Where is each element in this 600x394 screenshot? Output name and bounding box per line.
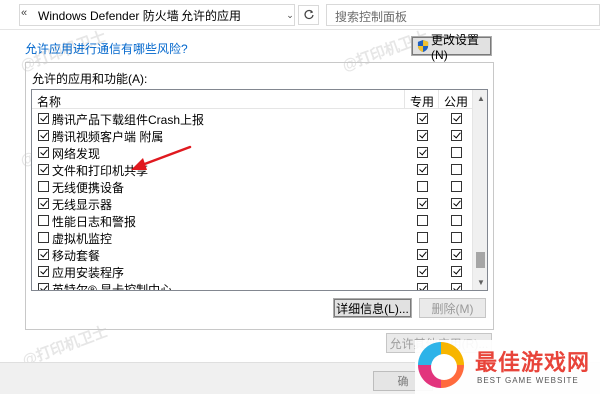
risk-info-link[interactable]: 允许应用进行通信有哪些风险? xyxy=(25,40,188,57)
list-item[interactable]: 移动套餐 xyxy=(32,246,472,263)
search-placeholder: 搜索控制面板 xyxy=(335,10,408,24)
list-item[interactable]: 无线便携设备 xyxy=(32,178,472,195)
refresh-button[interactable] xyxy=(298,5,319,25)
chevron-down-icon: ⌄ xyxy=(286,9,294,20)
list-header: 名称 专用 公用 xyxy=(32,90,473,110)
chevron-up-icon: ▲ xyxy=(477,93,485,103)
private-checkbox[interactable] xyxy=(417,147,428,158)
logo-subtitle: BEST GAME WEBSITE xyxy=(477,376,579,385)
enable-checkbox[interactable] xyxy=(38,147,49,158)
private-checkbox[interactable] xyxy=(417,215,428,226)
list-item[interactable]: 无线显示器 xyxy=(32,195,472,212)
chevron-down-icon: ▼ xyxy=(477,277,485,287)
public-checkbox[interactable] xyxy=(451,232,462,243)
app-name: 无线显示器 xyxy=(52,198,113,212)
list-scrollbar[interactable]: ▲ ▼ xyxy=(472,90,487,290)
uac-shield-icon xyxy=(417,39,429,53)
list-item[interactable]: 英特尔® 显卡控制中心 xyxy=(32,280,472,291)
public-checkbox[interactable] xyxy=(451,181,462,192)
breadcrumb-overflow-icon[interactable]: « xyxy=(21,7,33,21)
app-name: 应用安装程序 xyxy=(52,266,125,280)
column-header-name[interactable]: 名称 xyxy=(37,93,61,110)
list-item[interactable]: 腾讯视频客户端 附属 xyxy=(32,127,472,144)
public-checkbox[interactable] xyxy=(451,147,462,158)
app-name: 移动套餐 xyxy=(52,249,101,263)
allowed-apps-list[interactable]: 名称 专用 公用 腾讯产品下载组件Crash上报 腾讯视频客户端 附属 网络发现… xyxy=(31,89,488,291)
private-checkbox[interactable] xyxy=(417,130,428,141)
app-name: 性能日志和警报 xyxy=(52,215,137,229)
public-checkbox[interactable] xyxy=(451,130,462,141)
column-divider[interactable] xyxy=(438,90,439,109)
enable-checkbox[interactable] xyxy=(38,249,49,260)
enable-checkbox[interactable] xyxy=(38,266,49,277)
column-header-public[interactable]: 公用 xyxy=(444,93,468,110)
private-checkbox[interactable] xyxy=(417,198,428,209)
public-checkbox[interactable] xyxy=(451,266,462,277)
list-item[interactable]: 应用安装程序 xyxy=(32,263,472,280)
enable-checkbox[interactable] xyxy=(38,113,49,124)
private-checkbox[interactable] xyxy=(417,283,428,290)
private-checkbox[interactable] xyxy=(417,249,428,260)
public-checkbox[interactable] xyxy=(451,283,462,290)
list-item[interactable]: 网络发现 xyxy=(32,144,472,161)
list-item[interactable]: 性能日志和警报 xyxy=(32,212,472,229)
change-settings-label: 更改设置(N) xyxy=(431,32,480,62)
public-checkbox[interactable] xyxy=(451,164,462,175)
scroll-thumb[interactable] xyxy=(476,252,485,268)
breadcrumb-item-allowed-apps[interactable]: 允许的应用 xyxy=(181,7,241,24)
scroll-down-button[interactable]: ▼ xyxy=(473,274,487,290)
enable-checkbox[interactable] xyxy=(38,232,49,243)
enable-checkbox[interactable] xyxy=(38,130,49,141)
enable-checkbox[interactable] xyxy=(38,181,49,192)
private-checkbox[interactable] xyxy=(417,266,428,277)
address-bar: « Windows Defender 防火墙 › 允许的应用 ⌄ 搜索控制面板 xyxy=(0,0,600,30)
public-checkbox[interactable] xyxy=(451,113,462,124)
app-name: 腾讯视频客户端 附属 xyxy=(52,130,164,144)
delete-button[interactable]: 删除(M) xyxy=(419,298,486,318)
public-checkbox[interactable] xyxy=(451,249,462,260)
private-checkbox[interactable] xyxy=(417,164,428,175)
list-item[interactable]: 虚拟机监控 xyxy=(32,229,472,246)
site-logo: 最佳游戏网 BEST GAME WEBSITE xyxy=(415,340,600,394)
column-divider[interactable] xyxy=(404,90,405,109)
logo-mark-icon xyxy=(418,342,464,388)
address-dropdown-button[interactable]: ⌄ xyxy=(283,5,297,25)
allowed-apps-label: 允许的应用和功能(A): xyxy=(32,72,148,86)
enable-checkbox[interactable] xyxy=(38,215,49,226)
refresh-icon xyxy=(304,9,314,20)
private-checkbox[interactable] xyxy=(417,113,428,124)
app-name: 无线便携设备 xyxy=(52,181,125,195)
details-button[interactable]: 详细信息(L)... xyxy=(333,298,412,318)
app-name: 英特尔® 显卡控制中心 xyxy=(52,283,173,291)
public-checkbox[interactable] xyxy=(451,215,462,226)
private-checkbox[interactable] xyxy=(417,232,428,243)
logo-title: 最佳游戏网 xyxy=(475,350,591,375)
app-name: 文件和打印机共享 xyxy=(52,164,149,178)
app-name: 网络发现 xyxy=(52,147,101,161)
app-name: 虚拟机监控 xyxy=(52,232,113,246)
public-checkbox[interactable] xyxy=(451,198,462,209)
column-header-private[interactable]: 专用 xyxy=(410,93,434,110)
search-input[interactable]: 搜索控制面板 xyxy=(326,4,600,26)
private-checkbox[interactable] xyxy=(417,181,428,192)
app-name: 腾讯产品下载组件Crash上报 xyxy=(52,113,205,127)
list-item[interactable]: 腾讯产品下载组件Crash上报 xyxy=(32,110,472,127)
enable-checkbox[interactable] xyxy=(38,164,49,175)
scroll-up-button[interactable]: ▲ xyxy=(473,90,487,106)
enable-checkbox[interactable] xyxy=(38,198,49,209)
list-item[interactable]: 文件和打印机共享 xyxy=(32,161,472,178)
breadcrumb-item-firewall[interactable]: Windows Defender 防火墙 xyxy=(38,7,179,24)
enable-checkbox[interactable] xyxy=(38,283,49,290)
change-settings-button[interactable]: 更改设置(N) xyxy=(411,33,492,62)
breadcrumb-separator-icon: › xyxy=(170,7,174,19)
